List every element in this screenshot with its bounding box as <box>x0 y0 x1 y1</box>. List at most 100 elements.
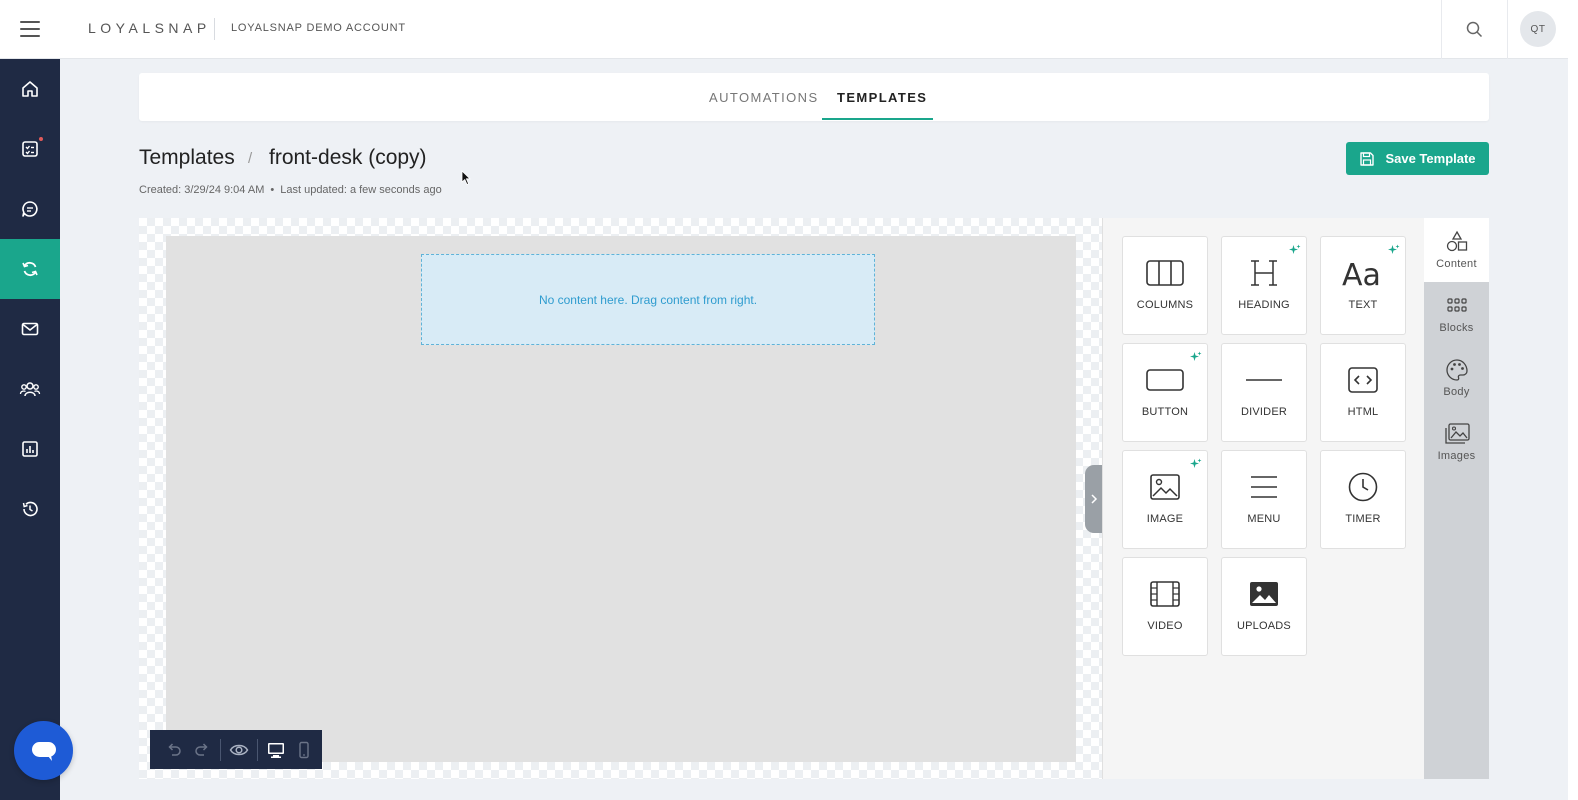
tool-button[interactable]: BUTTON <box>1122 343 1208 442</box>
nav-home[interactable] <box>0 59 60 119</box>
updated-date: Last updated: a few seconds ago <box>280 184 442 196</box>
divider-icon <box>1246 379 1282 381</box>
menu-icon <box>1251 476 1277 498</box>
tool-label: HEADING <box>1238 299 1290 311</box>
save-template-button[interactable]: Save Template <box>1346 142 1489 175</box>
tool-image[interactable]: IMAGE <box>1122 450 1208 549</box>
nav-automations[interactable] <box>0 239 60 299</box>
hamburger-menu-icon[interactable] <box>20 21 40 37</box>
collapse-panel-button[interactable] <box>1085 465 1103 533</box>
nav-messages[interactable] <box>0 179 60 239</box>
tool-divider[interactable]: DIVIDER <box>1221 343 1307 442</box>
ai-sparkle-icon <box>1190 351 1202 361</box>
shapes-icon <box>1446 230 1467 252</box>
content-panel: COLUMNS HEADING Aa TEXT BUTTON DIVIDER H… <box>1102 218 1424 779</box>
tool-uploads[interactable]: UPLOADS <box>1221 557 1307 656</box>
tab-templates[interactable]: TEMPLATES <box>837 90 927 105</box>
tool-label: TIMER <box>1345 513 1381 525</box>
palette-icon <box>1445 359 1468 381</box>
ai-sparkle-icon <box>1190 458 1202 468</box>
bar-chart-icon <box>22 441 38 457</box>
history-icon <box>22 501 38 517</box>
empty-dropzone[interactable]: No content here. Drag content from right… <box>421 254 875 345</box>
search-icon <box>1466 21 1483 38</box>
created-date: Created: 3/29/24 9:04 AM <box>139 184 265 196</box>
search-button[interactable] <box>1441 0 1508 59</box>
nav-tasks[interactable] <box>0 119 60 179</box>
nav-email[interactable] <box>0 299 60 359</box>
side-tab-images[interactable]: Images <box>1424 410 1489 474</box>
breadcrumb-templates[interactable]: Templates <box>139 146 235 170</box>
breadcrumb-separator: / <box>248 150 253 167</box>
nav-reports[interactable] <box>0 419 60 479</box>
side-tab-content[interactable]: Content <box>1424 218 1489 282</box>
tool-label: TEXT <box>1348 299 1378 311</box>
side-tab-label: Blocks <box>1439 322 1474 334</box>
side-tab-label: Content <box>1436 258 1477 270</box>
tool-html[interactable]: HTML <box>1320 343 1406 442</box>
svg-text:Aa: Aa <box>1342 258 1381 289</box>
support-chat-button[interactable] <box>14 721 73 780</box>
tool-menu[interactable]: MENU <box>1221 450 1307 549</box>
window-edge <box>1568 0 1578 800</box>
active-tab-indicator <box>822 118 933 120</box>
app-logo[interactable]: LOYALSNAP <box>88 20 211 36</box>
account-name[interactable]: LOYALSNAP DEMO ACCOUNT <box>231 22 406 34</box>
top-bar: LOYALSNAP LOYALSNAP DEMO ACCOUNT QT <box>0 0 1568 59</box>
tool-heading[interactable]: HEADING <box>1221 236 1307 335</box>
toolbar-divider <box>220 738 221 761</box>
button-icon <box>1146 369 1184 391</box>
user-avatar[interactable]: QT <box>1520 11 1556 47</box>
nav-contacts[interactable] <box>0 359 60 419</box>
preview-button[interactable] <box>225 736 253 764</box>
uploads-icon <box>1250 582 1278 606</box>
ai-sparkle-icon <box>1289 244 1301 254</box>
template-meta: Created: 3/29/24 9:04 AM • Last updated: a… <box>139 184 442 196</box>
side-tab-label: Images <box>1437 450 1476 462</box>
side-tab-label: Body <box>1443 386 1470 398</box>
tab-automations[interactable]: AUTOMATIONS <box>709 90 819 105</box>
redo-button[interactable] <box>188 736 216 764</box>
desktop-icon <box>268 742 284 758</box>
desktop-view-button[interactable] <box>262 736 290 764</box>
mail-icon <box>21 322 39 336</box>
eye-icon <box>229 744 249 755</box>
save-icon <box>1360 151 1375 166</box>
tool-label: COLUMNS <box>1136 299 1194 311</box>
nav-history[interactable] <box>0 479 60 539</box>
tool-label: VIDEO <box>1147 620 1183 632</box>
chat-bubble-icon <box>31 741 56 761</box>
undo-button[interactable] <box>160 736 188 764</box>
video-icon <box>1150 581 1180 607</box>
page-title: front-desk (copy) <box>269 146 427 169</box>
left-nav <box>0 59 60 800</box>
tool-timer[interactable]: TIMER <box>1320 450 1406 549</box>
tool-video[interactable]: VIDEO <box>1122 557 1208 656</box>
mouse-cursor-icon <box>461 170 471 186</box>
columns-icon <box>1146 260 1184 286</box>
tool-columns[interactable]: COLUMNS <box>1122 236 1208 335</box>
mobile-icon <box>299 741 309 758</box>
mobile-view-button[interactable] <box>290 736 318 764</box>
tool-label: MENU <box>1247 513 1281 525</box>
sync-icon <box>22 261 38 277</box>
editor-toolbar <box>150 730 322 769</box>
checklist-icon <box>22 141 38 157</box>
tool-label: BUTTON <box>1141 406 1189 418</box>
save-template-label: Save Template <box>1385 151 1476 166</box>
group-icon <box>19 382 41 397</box>
html-icon <box>1348 367 1378 393</box>
timer-icon <box>1348 472 1378 502</box>
side-tab-blocks[interactable]: Blocks <box>1424 282 1489 346</box>
tool-label: UPLOADS <box>1237 620 1291 632</box>
undo-icon <box>168 742 181 756</box>
email-editor: No content here. Drag content from right… <box>139 218 1489 779</box>
meta-separator: • <box>270 184 275 196</box>
email-body[interactable]: No content here. Drag content from right… <box>166 236 1076 762</box>
text-icon: Aa <box>1342 258 1381 289</box>
tool-label: IMAGE <box>1146 513 1184 525</box>
tool-label: HTML <box>1347 406 1379 418</box>
tool-text[interactable]: Aa TEXT <box>1320 236 1406 335</box>
side-tab-body[interactable]: Body <box>1424 346 1489 410</box>
editor-canvas: No content here. Drag content from right… <box>139 218 1102 779</box>
